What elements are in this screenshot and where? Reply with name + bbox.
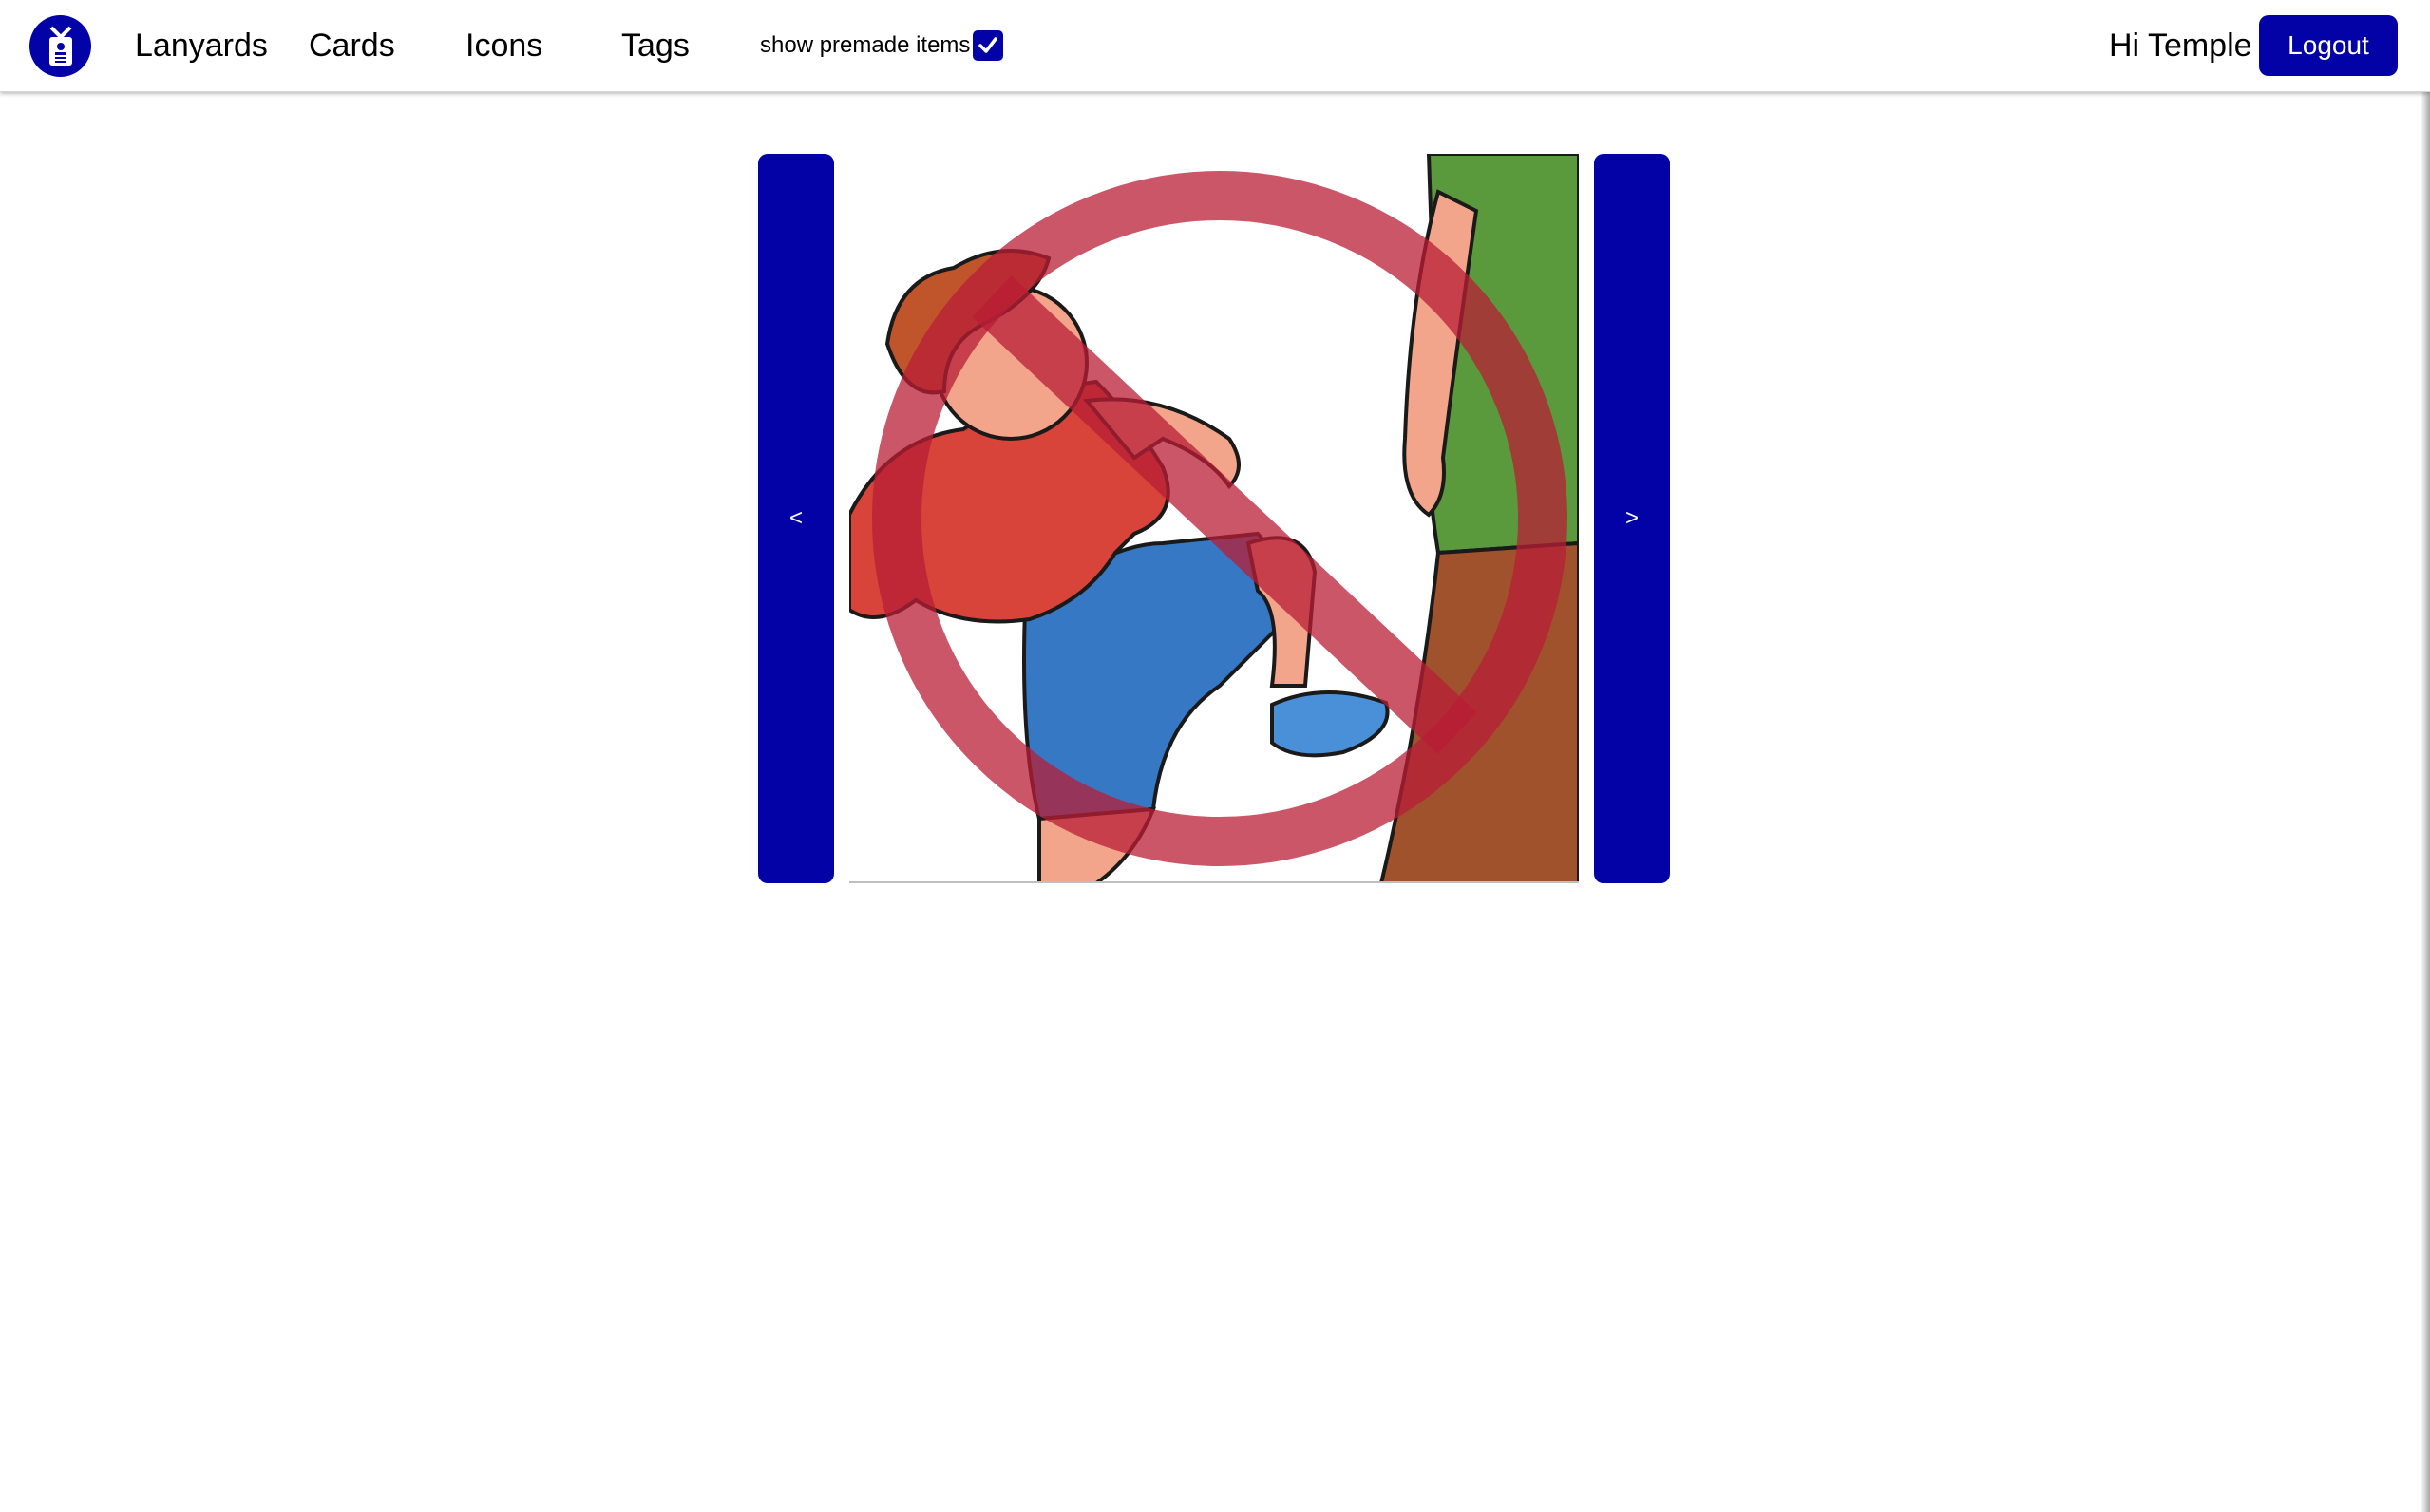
nav-link-cards[interactable]: Cards	[309, 25, 395, 66]
logout-button[interactable]: Logout	[2259, 15, 2398, 76]
show-premade-label: show premade items	[760, 32, 971, 58]
show-premade-checkbox[interactable]	[973, 30, 1003, 61]
no-kicking-icon	[849, 154, 1579, 881]
window-edge-shadow	[2421, 0, 2430, 1512]
card-image[interactable]	[849, 154, 1579, 883]
previous-card-button[interactable]: <	[758, 154, 834, 883]
next-card-button[interactable]: >	[1594, 154, 1670, 883]
user-greeting: Hi Temple	[2109, 28, 2252, 64]
checkmark-icon	[978, 37, 997, 53]
nav-link-icons[interactable]: Icons	[465, 25, 542, 66]
top-navigation-bar: Lanyards Cards Icons Tags show premade i…	[0, 0, 2430, 92]
lanyard-badge-icon[interactable]	[29, 15, 91, 77]
nav-link-lanyards[interactable]: Lanyards	[135, 25, 268, 66]
nav-link-tags[interactable]: Tags	[621, 25, 690, 66]
